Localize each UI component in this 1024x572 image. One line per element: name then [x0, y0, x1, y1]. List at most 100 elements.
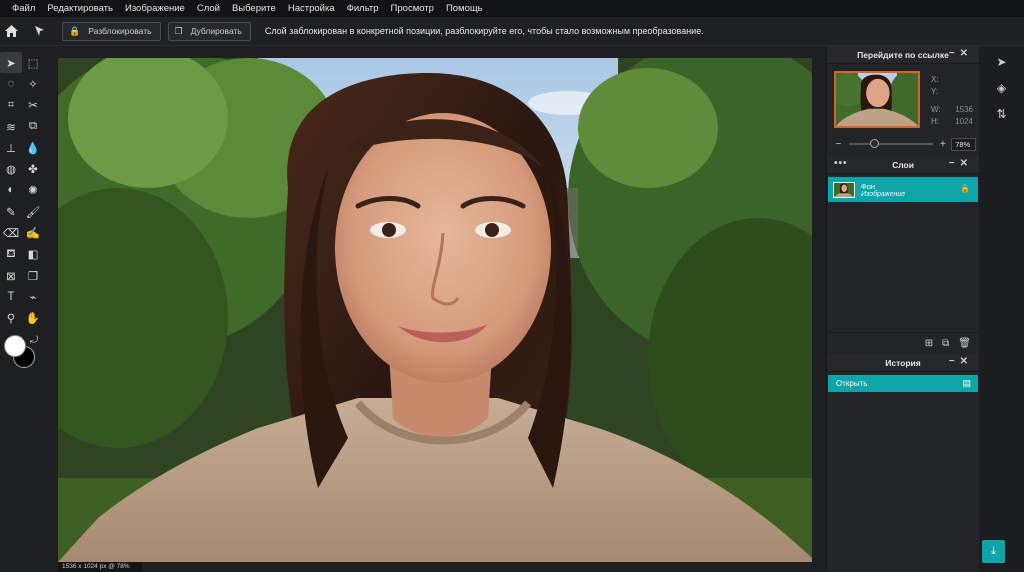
layer-type: Изображение	[861, 190, 906, 198]
zoom-in-icon[interactable]: +	[939, 139, 948, 150]
sponge-tool-icon[interactable]: ✺	[22, 180, 44, 201]
layers-title: Слои	[892, 159, 914, 170]
color-swatches: ⤾	[0, 334, 44, 375]
menu-filter[interactable]: Фильтр	[341, 0, 385, 17]
navigator-thumbnail-image	[836, 73, 918, 126]
crop-tool-icon[interactable]: ⌗	[0, 95, 22, 116]
lasso-tool-icon[interactable]: ◌	[0, 73, 22, 94]
menu-file[interactable]: Файл	[6, 0, 41, 17]
portrait-photo	[58, 58, 812, 562]
fill-tool-icon[interactable]: ⛾	[0, 244, 22, 265]
hand-tool-icon[interactable]: ✋	[22, 308, 44, 329]
canvas-image[interactable]	[58, 58, 812, 562]
clone-tool-icon[interactable]: ❐	[22, 265, 44, 286]
minimize-icon[interactable]: −	[949, 158, 960, 169]
eraser-tool-icon[interactable]: ⌫	[0, 222, 22, 243]
width-value: 1536	[955, 105, 973, 114]
toolbar-message: Слой заблокирован в конкретной позиции, …	[264, 26, 704, 36]
panel-controls: −✕	[949, 48, 973, 59]
pencil-tool-icon[interactable]: ✎	[0, 201, 22, 222]
shape-tool-icon[interactable]: ⊠	[0, 265, 22, 286]
close-icon[interactable]: ✕	[960, 356, 973, 367]
layer-name: Фон	[861, 181, 876, 191]
foreground-color-swatch[interactable]	[4, 334, 26, 357]
unlock-button-label: Разблокировать	[88, 26, 152, 36]
duplicate-layer-icon[interactable]: ⧉	[942, 338, 949, 349]
brush-tool-icon[interactable]: 🖌	[22, 201, 44, 222]
menu-image[interactable]: Изображение	[119, 0, 191, 17]
zoom-slider[interactable]	[848, 139, 933, 148]
home-icon[interactable]	[0, 20, 22, 42]
tools-panel: ➤ ⬚ ◌ ✧ ⌗ ✂ ≋ ⧉ ⊥ 💧 ◍ ✤ ◐ ✺ ✎ 🖌 ⌫ ✍ ⛾ ◧ ⊠ ❐ T ⌁ ⚲ ✋ ⤾	[0, 52, 44, 572]
zoom-out-icon[interactable]: −	[834, 139, 843, 150]
zoom-tool-icon[interactable]: ⚲	[0, 308, 22, 329]
dodge-tool-icon[interactable]: ◐	[0, 180, 22, 201]
menu-adjust[interactable]: Настройка	[282, 0, 341, 17]
navigator-toggle-icon[interactable]: ➤	[979, 49, 1024, 75]
stamp-tool-icon[interactable]: ⊥	[0, 137, 22, 158]
gradient-tool-icon[interactable]: ◧	[22, 244, 44, 265]
zoom-controls: − + 78%	[834, 137, 977, 151]
options-toolbar: 🔒 Разблокировать ❐ Дублировать Слой забл…	[0, 17, 1024, 46]
layer-thumbnail-image	[834, 182, 854, 197]
right-panel: Перейдите по ссылке −✕ X: Y: W: 1536 H: …	[826, 46, 979, 572]
zoom-slider-handle[interactable]	[869, 139, 879, 148]
marquee-tool-icon[interactable]: ⬚	[22, 52, 44, 73]
history-toggle-icon[interactable]: ⇅	[979, 101, 1024, 127]
y-label: Y:	[931, 87, 939, 96]
x-label: X:	[931, 75, 939, 84]
document-icon: ▤	[962, 378, 971, 388]
delete-layer-icon[interactable]: 🗑	[958, 338, 971, 349]
duplicate-button-label: Дублировать	[190, 26, 242, 36]
duplicate-button[interactable]: ❐ Дублировать	[167, 21, 251, 41]
layers-toggle-icon[interactable]: ◈	[979, 75, 1024, 101]
swap-colors-icon[interactable]: ⤾	[30, 335, 38, 346]
liquify-tool-icon[interactable]: ≋	[0, 116, 22, 137]
history-panel: Открыть ▤	[827, 372, 979, 532]
layers-panel: Фон Изображение 🔒	[827, 174, 979, 332]
panel-controls: −✕	[949, 158, 973, 169]
zoom-input[interactable]: 78%	[951, 137, 977, 151]
move-tool-icon[interactable]: ➤	[0, 52, 22, 74]
download-button[interactable]: ⤓	[982, 540, 1005, 563]
smudge-tool-icon[interactable]: ✍	[22, 222, 44, 243]
history-title: История	[885, 357, 921, 368]
cut-tool-icon[interactable]: ✂	[22, 95, 44, 116]
close-icon[interactable]: ✕	[960, 48, 973, 59]
layers-panel-header: ••• Слои −✕	[827, 156, 979, 174]
navigator-title: Перейдите по ссылке	[857, 49, 949, 60]
photo-editor-app: Файл Редактировать Изображение Слой Выбе…	[0, 0, 1024, 572]
more-icon[interactable]: •••	[834, 158, 848, 169]
drop-tool-icon[interactable]: 💧	[22, 137, 44, 158]
menu-help[interactable]: Помощь	[440, 0, 489, 17]
eyedropper-tool-icon[interactable]: ⌁	[22, 286, 44, 307]
text-tool-icon[interactable]: T	[0, 286, 22, 307]
menu-select[interactable]: Выберите	[226, 0, 282, 17]
menu-edit[interactable]: Редактировать	[41, 0, 119, 17]
navigator-thumbnail[interactable]	[834, 71, 920, 128]
add-layer-icon[interactable]: ⊞	[925, 338, 933, 349]
download-icon: ⤓	[991, 545, 996, 557]
width-label: W:	[931, 105, 941, 114]
magic-wand-tool-icon[interactable]: ✧	[22, 73, 44, 94]
sphere-tool-icon[interactable]: ◍	[0, 158, 22, 179]
menu-view[interactable]: Просмотр	[385, 0, 440, 17]
minimize-icon[interactable]: −	[949, 48, 960, 59]
blob-tool-icon[interactable]: ✤	[22, 158, 44, 179]
tool-grid: ➤ ⬚ ◌ ✧ ⌗ ✂ ≋ ⧉ ⊥ 💧 ◍ ✤ ◐ ✺ ✎ 🖌 ⌫ ✍ ⛾ ◧ ⊠ ❐ T ⌁ ⚲ ✋	[0, 52, 44, 329]
minimize-icon[interactable]: −	[949, 356, 960, 367]
history-panel-header: История −✕	[827, 354, 979, 372]
menu-layer[interactable]: Слой	[191, 0, 226, 17]
height-value: 1024	[955, 117, 973, 126]
history-item[interactable]: Открыть ▤	[828, 375, 978, 392]
layer-thumbnail	[833, 181, 855, 198]
close-icon[interactable]: ✕	[960, 158, 973, 169]
move-cursor-icon[interactable]	[28, 20, 50, 42]
layer-lock-icon[interactable]: 🔒	[960, 184, 970, 193]
layer-text: Фон Изображение	[861, 182, 905, 198]
duplicate-icon: ❐	[174, 25, 183, 36]
bandage-tool-icon[interactable]: ⧉	[22, 116, 44, 137]
layer-item[interactable]: Фон Изображение 🔒	[828, 177, 978, 202]
unlock-button[interactable]: 🔒 Разблокировать	[62, 21, 161, 41]
canvas-area[interactable]	[44, 46, 826, 562]
